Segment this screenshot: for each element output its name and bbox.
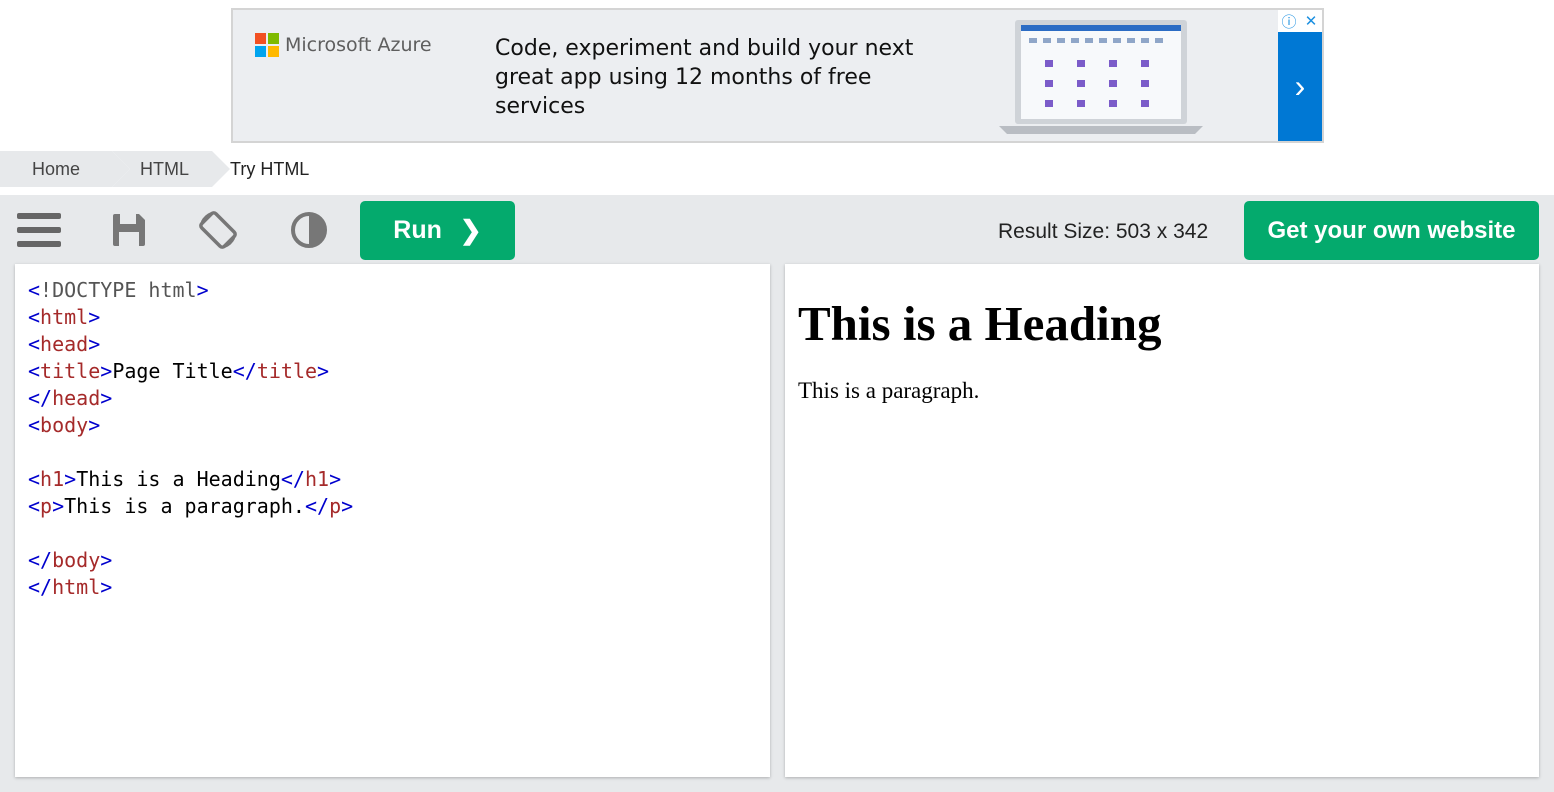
ad-brand: Microsoft Azure xyxy=(285,34,432,56)
doctype-text: !DOCTYPE html xyxy=(40,278,197,302)
save-icon[interactable] xyxy=(107,208,151,252)
ad-banner[interactable]: Microsoft Azure Code, experiment and bui… xyxy=(231,8,1324,143)
breadcrumb-home[interactable]: Home xyxy=(0,151,130,187)
code-line: <p>This is a paragraph.</p> xyxy=(28,494,354,518)
contrast-icon[interactable] xyxy=(287,208,331,252)
code-line: </html> xyxy=(28,575,113,599)
code-line: <title>Page Title</title> xyxy=(28,359,330,383)
ad-headline[interactable]: Code, experiment and build your next gre… xyxy=(495,34,935,121)
chevron-right-icon[interactable]: › xyxy=(1278,32,1322,141)
code-line: <h1>This is a Heading</h1> xyxy=(28,467,342,491)
laptop-image xyxy=(999,20,1203,134)
ad-logo: Microsoft Azure xyxy=(255,33,432,57)
result-frame[interactable]: This is a Heading This is a paragraph. xyxy=(785,264,1539,777)
result-paragraph: This is a paragraph. xyxy=(798,378,980,403)
code-line: <head> xyxy=(28,332,101,356)
rotate-icon[interactable] xyxy=(196,208,240,252)
breadcrumb: Home HTML Try HTML xyxy=(0,151,309,187)
code-line: <html> xyxy=(28,305,101,329)
result-heading: This is a Heading xyxy=(798,296,1162,351)
close-icon[interactable]: ✕ xyxy=(1300,10,1322,32)
run-button[interactable]: Run ❯ xyxy=(360,201,515,260)
code-editor[interactable]: <!DOCTYPE html> <html> <head> <title>Pag… xyxy=(15,264,770,777)
run-label: Run xyxy=(393,216,442,244)
code-line: </head> xyxy=(28,386,113,410)
info-icon[interactable]: ⓘ xyxy=(1278,10,1300,32)
ad-controls: ⓘ ✕ xyxy=(1278,10,1322,32)
code-line: <!DOCTYPE html> xyxy=(28,278,209,302)
get-own-website-button[interactable]: Get your own website xyxy=(1244,201,1539,260)
code-line: </body> xyxy=(28,548,113,572)
code-line: <body> xyxy=(28,413,101,437)
menu-icon[interactable] xyxy=(17,208,61,252)
result-size: Result Size: 503 x 342 xyxy=(998,220,1209,243)
chevron-right-icon: ❯ xyxy=(459,215,482,245)
microsoft-logo-icon xyxy=(255,33,279,57)
